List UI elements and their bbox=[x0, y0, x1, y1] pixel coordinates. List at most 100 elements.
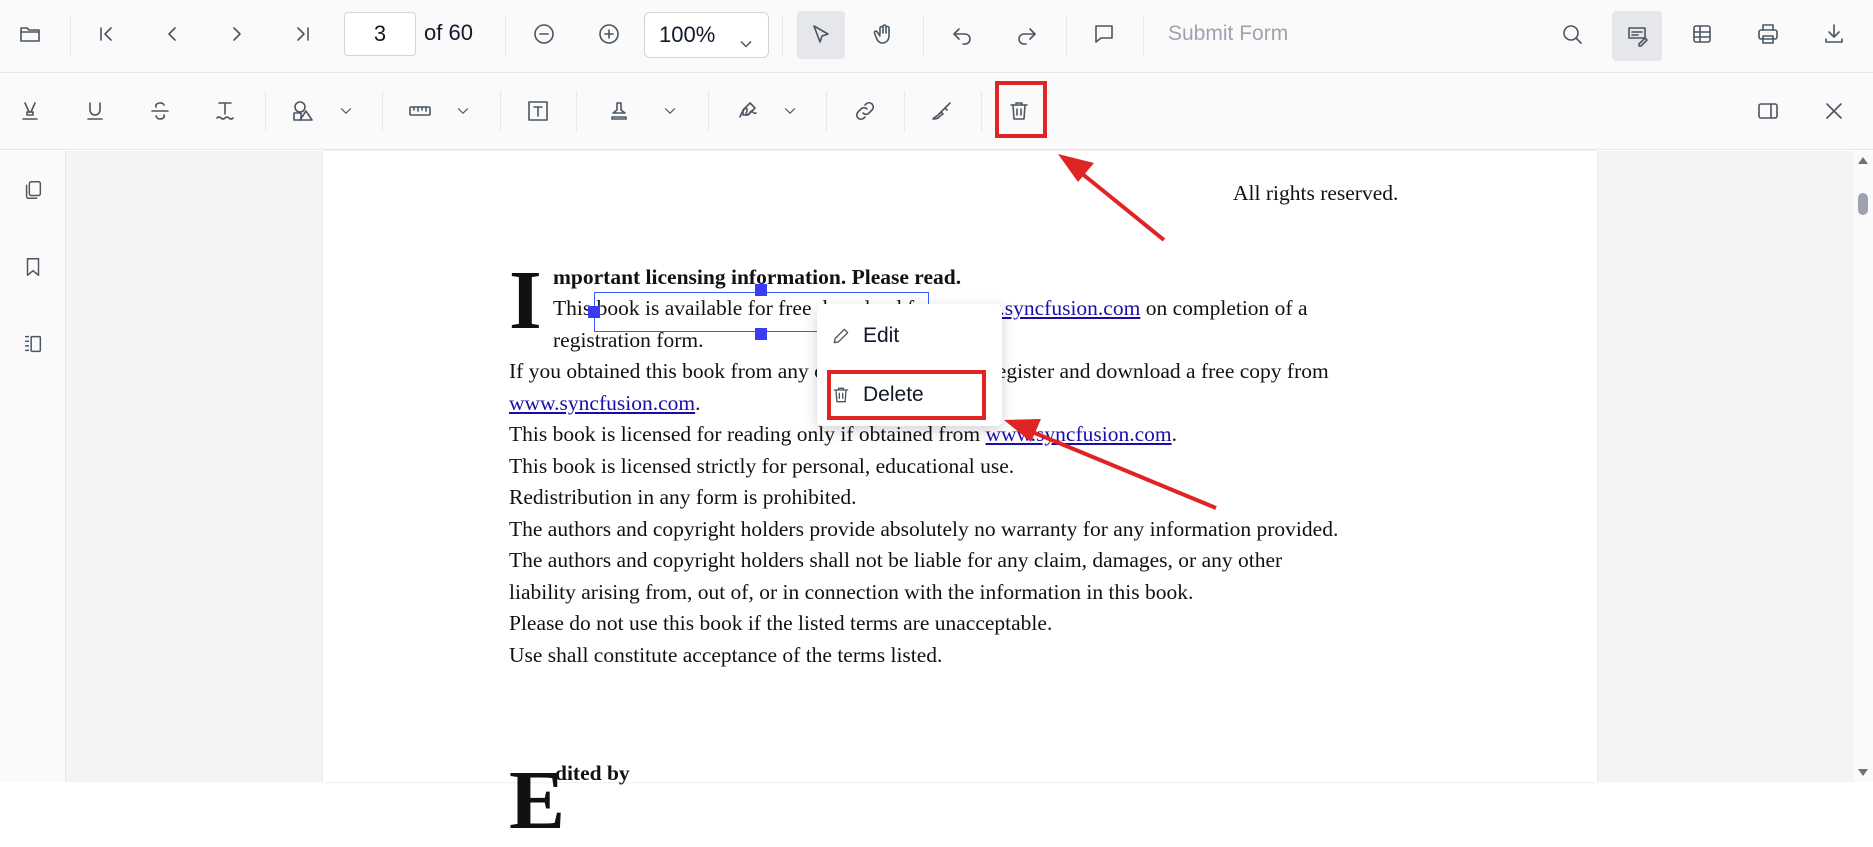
page-thumbnails-icon bbox=[25, 181, 42, 199]
resize-handle[interactable] bbox=[588, 306, 600, 318]
bookmarks-button[interactable] bbox=[11, 245, 55, 289]
open-file-button[interactable] bbox=[8, 12, 52, 56]
syncfusion-link[interactable]: www.syncfusion.com bbox=[985, 422, 1171, 446]
redo-icon bbox=[1018, 28, 1036, 45]
strikethrough-button[interactable] bbox=[138, 89, 182, 133]
signature-button[interactable] bbox=[726, 89, 770, 133]
highlight-icon bbox=[22, 102, 38, 120]
resize-handle[interactable] bbox=[755, 284, 767, 296]
strikethrough-icon bbox=[151, 102, 169, 120]
print-button[interactable] bbox=[1746, 12, 1790, 56]
ink-button[interactable] bbox=[920, 89, 964, 133]
separator bbox=[782, 16, 783, 56]
underline-button[interactable] bbox=[73, 89, 117, 133]
download-button[interactable] bbox=[1812, 12, 1856, 56]
highlight-button[interactable] bbox=[8, 89, 52, 133]
separator bbox=[505, 16, 506, 56]
scroll-up-arrow[interactable] bbox=[1858, 157, 1868, 164]
select-pointer-icon bbox=[813, 25, 829, 43]
previous-page-button[interactable] bbox=[150, 12, 194, 56]
link-icon bbox=[855, 101, 875, 121]
chevron-down-icon bbox=[736, 25, 756, 69]
zoom-out-button[interactable] bbox=[522, 12, 566, 56]
current-page-input[interactable]: 3 bbox=[344, 12, 416, 56]
submit-form-button[interactable]: Submit Form bbox=[1168, 22, 1288, 46]
undo-icon bbox=[953, 28, 971, 45]
toggle-panel-button[interactable] bbox=[1746, 89, 1790, 133]
separator bbox=[708, 91, 709, 131]
search-button[interactable] bbox=[1550, 12, 1594, 56]
zoom-in-icon bbox=[599, 24, 619, 44]
undo-button[interactable] bbox=[940, 12, 984, 56]
shapes-icon bbox=[293, 101, 313, 121]
measure-dropdown[interactable] bbox=[441, 89, 485, 133]
select-tool-button[interactable] bbox=[797, 11, 845, 59]
edited-by-heading: dited by bbox=[555, 761, 630, 785]
vertical-scrollbar[interactable] bbox=[1853, 151, 1873, 782]
pdf-page: All rights reserved. I mportant licensin… bbox=[323, 151, 1597, 843]
separator bbox=[265, 91, 266, 131]
separator bbox=[923, 16, 924, 56]
page-count-label: of 60 bbox=[424, 20, 473, 45]
squiggly-icon bbox=[216, 102, 234, 120]
first-page-button[interactable] bbox=[84, 12, 128, 56]
chevron-down-icon bbox=[784, 108, 796, 114]
separator bbox=[382, 91, 383, 131]
zoom-in-button[interactable] bbox=[587, 12, 631, 56]
stamp-icon bbox=[611, 102, 627, 120]
free-text-button[interactable] bbox=[516, 89, 560, 133]
measure-button[interactable] bbox=[398, 89, 442, 133]
free-text-icon bbox=[528, 101, 548, 121]
first-page-icon bbox=[100, 27, 112, 41]
resize-handle[interactable] bbox=[755, 328, 767, 340]
separator bbox=[826, 91, 827, 131]
chevron-down-icon bbox=[664, 108, 676, 114]
main-toolbar: 3 of 60 100% Submit Form bbox=[0, 0, 1873, 73]
syncfusion-link[interactable]: www.syncfusion.com bbox=[509, 391, 695, 415]
redo-button[interactable] bbox=[1005, 12, 1049, 56]
page-organizer-icon bbox=[24, 335, 42, 353]
next-page-icon bbox=[233, 27, 241, 41]
page-thumbnails-button[interactable] bbox=[11, 168, 55, 212]
squiggly-button[interactable] bbox=[203, 89, 247, 133]
shapes-dropdown[interactable] bbox=[324, 89, 368, 133]
last-page-button[interactable] bbox=[281, 12, 325, 56]
rights-text: All rights reserved. bbox=[1233, 181, 1399, 205]
shapes-button[interactable] bbox=[281, 89, 325, 133]
text-line: The authors and copyright holders shall … bbox=[509, 548, 1283, 572]
chevron-down-icon bbox=[340, 108, 352, 114]
separator bbox=[576, 91, 577, 131]
text-line: www.syncfusion.com. bbox=[509, 391, 701, 415]
scroll-down-arrow[interactable] bbox=[1858, 769, 1868, 776]
zoom-dropdown[interactable]: 100% bbox=[644, 12, 769, 58]
ink-icon bbox=[932, 102, 951, 120]
text-line: Redistribution in any form is prohibited… bbox=[509, 485, 857, 509]
form-fields-button[interactable] bbox=[1680, 12, 1724, 56]
next-page-button[interactable] bbox=[215, 12, 259, 56]
annotation-edit-button[interactable] bbox=[1612, 11, 1662, 61]
separator bbox=[1066, 16, 1067, 56]
signature-dropdown[interactable] bbox=[768, 89, 812, 133]
separator bbox=[70, 16, 71, 56]
underline-icon bbox=[87, 102, 103, 120]
folder-icon bbox=[20, 27, 40, 42]
scroll-thumb[interactable] bbox=[1858, 193, 1868, 215]
link-button[interactable] bbox=[843, 89, 887, 133]
text-line: Please do not use this book if the liste… bbox=[509, 611, 1053, 635]
pan-tool-button[interactable] bbox=[862, 12, 906, 56]
search-icon bbox=[1563, 25, 1582, 44]
annotation-toolbar bbox=[0, 73, 1873, 150]
annotation-edit-icon bbox=[1628, 27, 1648, 47]
close-toolbar-button[interactable] bbox=[1812, 89, 1856, 133]
comment-button[interactable] bbox=[1082, 12, 1126, 56]
pan-hand-icon bbox=[873, 24, 890, 44]
drop-cap: I bbox=[509, 254, 542, 347]
page-organizer-button[interactable] bbox=[11, 322, 55, 366]
edit-menu-item[interactable]: Edit bbox=[831, 316, 899, 356]
stamp-button[interactable] bbox=[597, 89, 641, 133]
zoom-value: 100% bbox=[659, 22, 716, 47]
stamp-dropdown[interactable] bbox=[648, 89, 692, 133]
signature-icon bbox=[739, 102, 757, 118]
panel-icon bbox=[1758, 103, 1778, 119]
separator bbox=[1143, 16, 1144, 56]
